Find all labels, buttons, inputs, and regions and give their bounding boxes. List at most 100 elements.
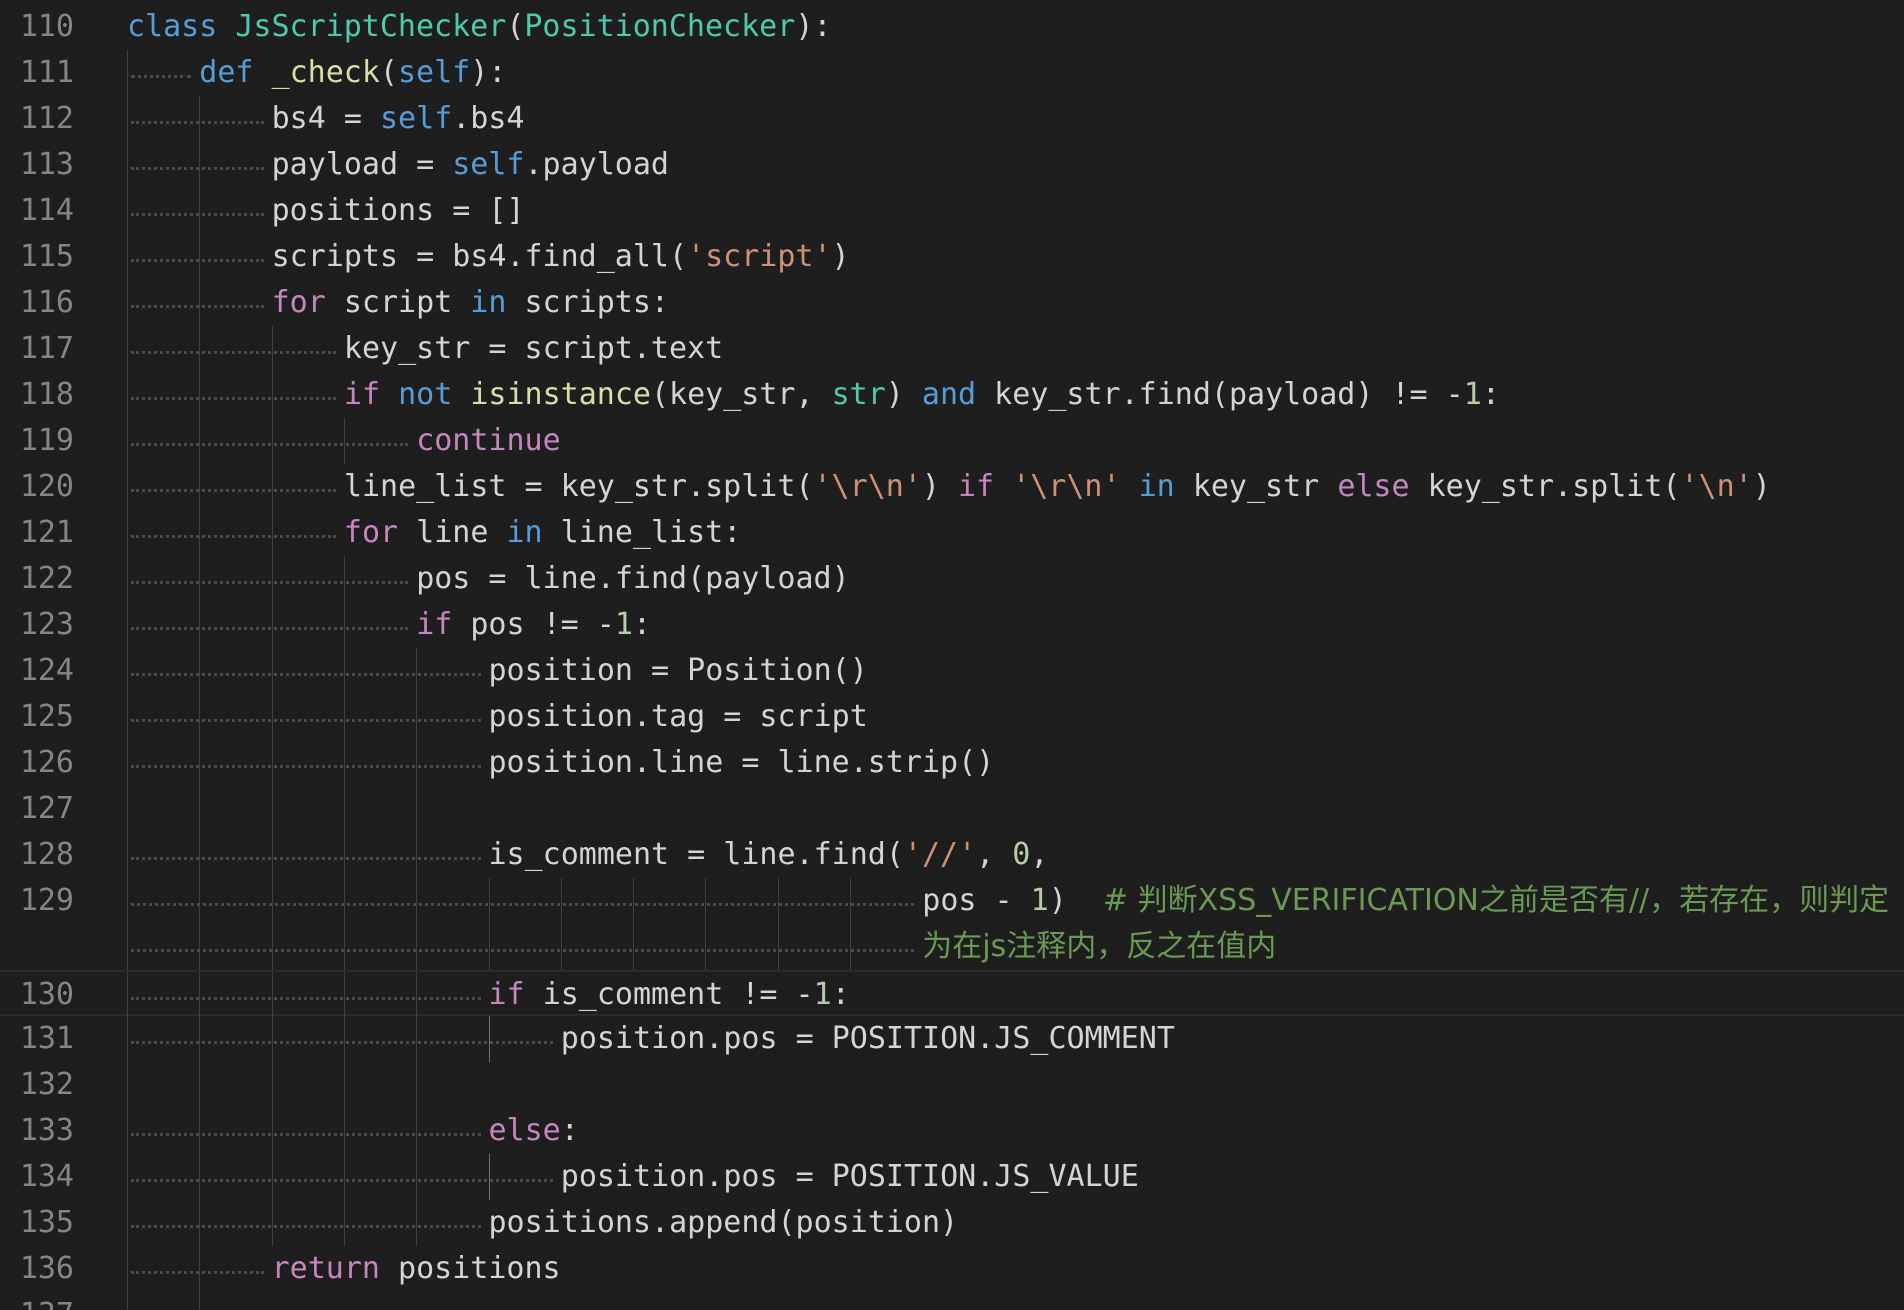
- code-token: in: [1138, 469, 1193, 504]
- indent-guide: [416, 832, 418, 878]
- code-text[interactable]: position.pos = POSITION.JS_COMMENT: [561, 1016, 1175, 1062]
- code-text[interactable]: positions.append(position): [489, 1200, 959, 1246]
- code-line[interactable]: 119 continue: [0, 418, 1904, 464]
- indent-guide: [705, 878, 707, 924]
- code-line[interactable]: 128 is_comment = line.find('//', 0,: [0, 832, 1904, 878]
- whitespace-marker: [131, 719, 481, 722]
- indent-guide: [416, 1108, 418, 1154]
- indent-guide: [343, 1016, 345, 1062]
- indent-guide: [127, 1200, 128, 1246]
- whitespace-marker: [131, 949, 915, 952]
- code-token: 1: [614, 607, 633, 642]
- code-line[interactable]: 131 position.pos = POSITION.JS_COMMENT: [0, 1016, 1904, 1062]
- code-text[interactable]: for line in line_list:: [344, 510, 741, 556]
- code-token: '\n': [1680, 469, 1753, 504]
- code-text[interactable]: def _check(self):: [199, 50, 506, 96]
- indent-guide: [271, 786, 273, 832]
- code-line[interactable]: 133 else:: [0, 1108, 1904, 1154]
- code-text[interactable]: position = Position(): [489, 648, 868, 694]
- indent-guide: [271, 602, 273, 648]
- code-text[interactable]: if is_comment != -1:: [489, 972, 850, 1018]
- whitespace-marker: [131, 259, 264, 262]
- code-line-wrap[interactable]: 为在js注释内，反之在值内: [0, 924, 1904, 970]
- code-line[interactable]: 115 scripts = bs4.find_all('script'): [0, 234, 1904, 280]
- indent-guide: [199, 832, 201, 878]
- indent-guide: [343, 878, 345, 924]
- code-line[interactable]: 118 if not isinstance(key_str, str) and k…: [0, 372, 1904, 418]
- code-text[interactable]: position.line = line.strip(): [489, 740, 995, 786]
- code-line[interactable]: 134 position.pos = POSITION.JS_VALUE: [0, 1154, 1904, 1200]
- whitespace-marker: [131, 75, 192, 78]
- code-line[interactable]: 122 pos = line.find(payload): [0, 556, 1904, 602]
- code-line[interactable]: 132: [0, 1062, 1904, 1108]
- code-text[interactable]: pos - 1) # 判断XSS_VERIFICATION之前是否有//，若存在…: [922, 878, 1889, 924]
- code-line[interactable]: 110 class JsScriptChecker(PositionChecker…: [0, 4, 1904, 50]
- code-line[interactable]: 137: [0, 1292, 1904, 1310]
- code-token: position.tag = script: [488, 699, 868, 734]
- code-token: key_str: [1192, 469, 1338, 504]
- code-text[interactable]: if not isinstance(key_str, str) and key_…: [344, 372, 1500, 418]
- code-line[interactable]: 123 if pos != -1:: [0, 602, 1904, 648]
- code-text[interactable]: key_str = script.text: [344, 326, 723, 372]
- code-line[interactable]: 135 positions.append(position): [0, 1200, 1904, 1246]
- indent-guide: [127, 372, 128, 418]
- indent-guide: [416, 740, 418, 786]
- indent-guide: [199, 972, 201, 1018]
- code-text[interactable]: positions = []: [272, 188, 525, 234]
- code-text[interactable]: else:: [489, 1108, 579, 1154]
- code-line[interactable]: 116 for script in scripts:: [0, 280, 1904, 326]
- indent-guide: [416, 1200, 418, 1246]
- code-line[interactable]: 126 position.line = line.strip(): [0, 740, 1904, 786]
- line-number: 132: [19, 1067, 74, 1102]
- code-line[interactable]: 124 position = Position(): [0, 648, 1904, 694]
- indent-guide: [416, 694, 418, 740]
- code-token: ): [1752, 469, 1771, 504]
- code-line[interactable]: 136 return positions: [0, 1246, 1904, 1292]
- line-number: 113: [19, 147, 74, 182]
- indent-guide: [416, 878, 418, 924]
- indent-guide: [560, 878, 562, 924]
- code-text[interactable]: position.pos = POSITION.JS_VALUE: [561, 1154, 1139, 1200]
- code-line[interactable]: 120 line_list = key_str.split('\r\n') if …: [0, 464, 1904, 510]
- code-line[interactable]: 112 bs4 = self.bs4: [0, 96, 1904, 142]
- code-text[interactable]: payload = self.payload: [272, 142, 669, 188]
- line-number: 137: [0, 1292, 74, 1310]
- indent-guide: [127, 418, 128, 464]
- code-text[interactable]: pos = line.find(payload): [416, 556, 849, 602]
- code-text[interactable]: 为在js注释内，反之在值内: [922, 924, 1276, 970]
- code-line[interactable]: 111 def _check(self):: [0, 50, 1904, 96]
- code-line[interactable]: 125 position.tag = script: [0, 694, 1904, 740]
- code-token: pos = line.find(payload): [416, 561, 850, 596]
- code-text[interactable]: class JsScriptChecker(PositionChecker):: [127, 4, 831, 50]
- code-text[interactable]: continue: [416, 418, 561, 464]
- code-text[interactable]: line_list = key_str.split('\r\n') if '\r…: [344, 464, 1771, 510]
- whitespace-marker: [131, 443, 409, 446]
- indent-guide: [271, 556, 273, 602]
- code-line[interactable]: 129 pos - 1) # 判断XSS_VERIFICATION之前是否有//，…: [0, 878, 1904, 924]
- code-text[interactable]: for script in scripts:: [272, 280, 669, 326]
- code-line[interactable]: 117 key_str = script.text: [0, 326, 1904, 372]
- line-number: 131: [19, 1021, 74, 1056]
- whitespace-marker: [131, 489, 336, 492]
- indent-guide: [343, 972, 345, 1018]
- code-text[interactable]: if pos != -1:: [416, 602, 651, 648]
- code-line[interactable]: 121 for line in line_list:: [0, 510, 1904, 556]
- code-line[interactable]: 130 if is_comment != -1:: [0, 970, 1904, 1018]
- code-text[interactable]: position.tag = script: [489, 694, 868, 740]
- code-token: bs4 =: [271, 101, 380, 136]
- code-text[interactable]: bs4 = self.bs4: [272, 96, 525, 142]
- code-line[interactable]: 113 payload = self.payload: [0, 142, 1904, 188]
- indent-guide: [343, 418, 345, 464]
- code-token: if: [488, 977, 543, 1012]
- indent-guide: [271, 1062, 273, 1108]
- indent-guide: [127, 1016, 128, 1062]
- code-editor[interactable]: 110 class JsScriptChecker(PositionChecker…: [0, 0, 1904, 1310]
- code-text[interactable]: scripts = bs4.find_all('script'): [272, 234, 850, 280]
- code-token: JsScriptChecker: [235, 9, 507, 44]
- code-line[interactable]: 127: [0, 786, 1904, 832]
- code-text[interactable]: is_comment = line.find('//', 0,: [489, 832, 1049, 878]
- code-token: in: [470, 285, 525, 320]
- code-text[interactable]: return positions: [272, 1246, 561, 1292]
- indent-guide: [850, 878, 851, 924]
- code-line[interactable]: 114 positions = []: [0, 188, 1904, 234]
